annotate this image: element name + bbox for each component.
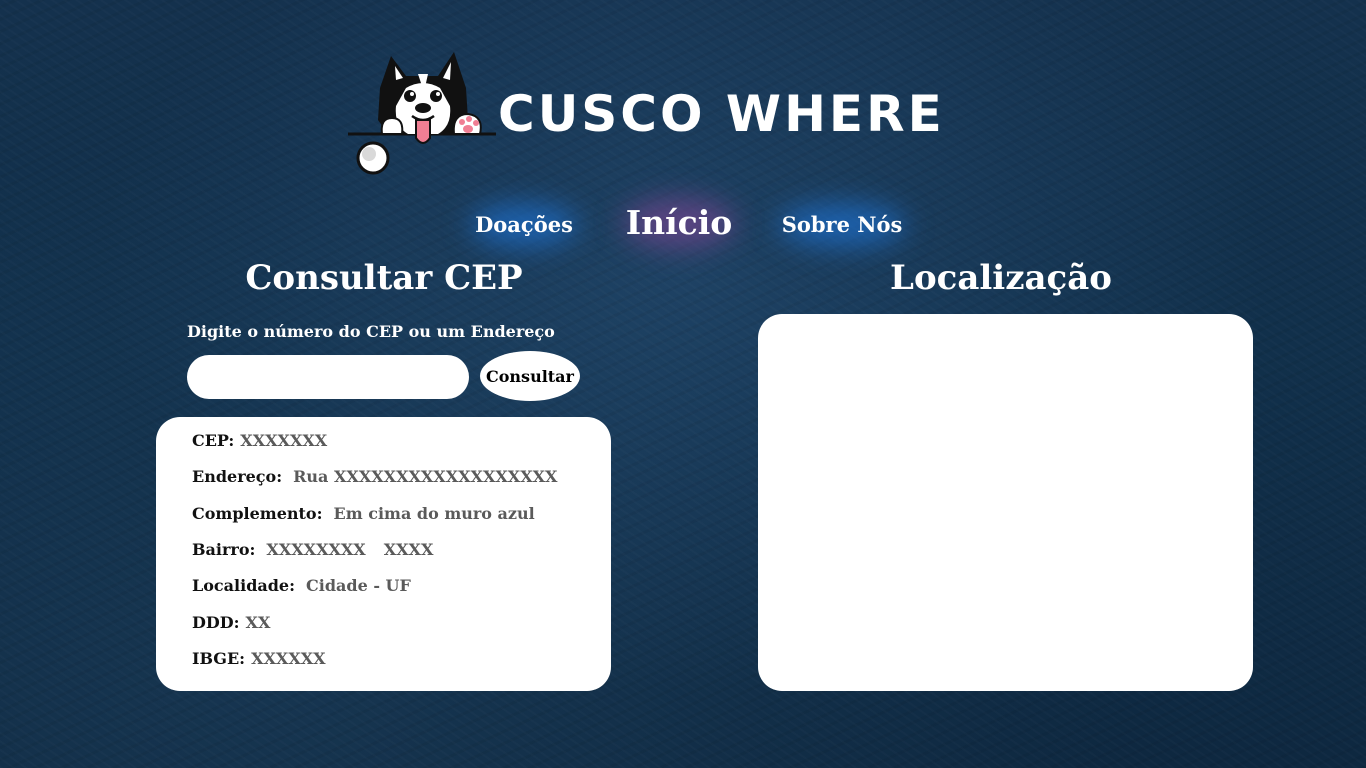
nav-item-sobre-nos[interactable]: Sobre Nós	[770, 202, 914, 248]
cep-prompt-label: Digite o número do CEP ou um Endereço	[187, 322, 555, 341]
result-row-bairro: Bairro: XXXXXXXX XXXX	[192, 540, 433, 559]
localidade-label: Localidade:	[192, 576, 296, 595]
result-row-cep: CEP: XXXXXXX	[192, 431, 327, 450]
consultar-button[interactable]: Consultar	[480, 351, 580, 401]
result-row-endereco: Endereço: Rua XXXXXXXXXXXXXXXXXX	[192, 467, 557, 486]
nav-label-inicio: Início	[625, 203, 733, 242]
nav-item-inicio[interactable]: Início	[613, 194, 745, 252]
result-row-complemento: Complemento: Em cima do muro azul	[192, 504, 535, 523]
bairro-label: Bairro:	[192, 540, 256, 559]
cep-search-input[interactable]	[187, 355, 469, 399]
cep-value: XXXXXXX	[240, 431, 328, 450]
brand-name: CUSCO WHERE	[498, 85, 945, 143]
bairro-value-secondary: XXXX	[383, 540, 434, 559]
localidade-value: Cidade - UF	[306, 576, 411, 595]
result-row-ddd: DDD: XX	[192, 613, 270, 632]
complemento-label: Complemento:	[192, 504, 323, 523]
location-map[interactable]	[758, 314, 1253, 691]
husky-dog-logo-icon	[348, 52, 496, 175]
complemento-value: Em cima do muro azul	[333, 504, 535, 523]
ddd-value: XX	[245, 613, 271, 632]
ddd-label: DDD:	[192, 613, 240, 632]
ibge-label: IBGE:	[192, 649, 246, 668]
result-row-localidade: Localidade: Cidade - UF	[192, 576, 411, 595]
cep-section-title: Consultar CEP	[245, 258, 523, 298]
nav-item-doacoes[interactable]: Doações	[462, 202, 586, 248]
result-row-ibge: IBGE: XXXXXX	[192, 649, 326, 668]
bairro-value: XXXXXXXX	[266, 540, 366, 559]
endereco-value: Rua XXXXXXXXXXXXXXXXXX	[293, 467, 558, 486]
site-logo[interactable]: CUSCO WHERE	[346, 48, 1026, 178]
cep-label: CEP:	[192, 431, 235, 450]
nav-label-doacoes: Doações	[475, 212, 573, 237]
location-section-title: Localização	[890, 258, 1112, 298]
endereco-label: Endereço:	[192, 467, 283, 486]
cep-result-card: CEP: XXXXXXX Endereço: Rua XXXXXXXXXXXXXXX…	[156, 417, 611, 691]
nav-label-sobre-nos: Sobre Nós	[781, 212, 903, 237]
ibge-value: XXXXXX	[251, 649, 326, 668]
